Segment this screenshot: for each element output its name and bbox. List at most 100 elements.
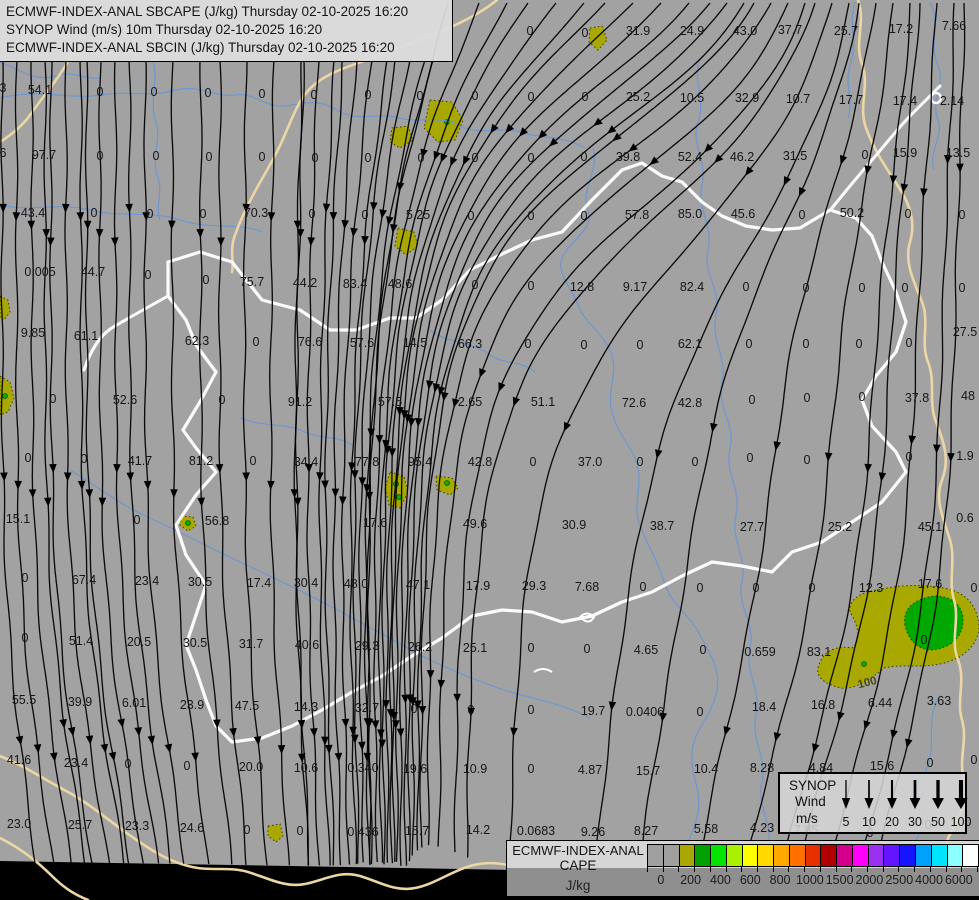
- station-value: 15.6: [869, 758, 895, 773]
- station-value: 37.8: [904, 390, 930, 405]
- wind-legend-param: Wind: [795, 794, 826, 809]
- station-value: 18.4: [751, 699, 777, 714]
- station-value: 0: [920, 632, 928, 647]
- station-value: 0: [417, 150, 425, 165]
- wind-speed-label: 5: [842, 815, 850, 829]
- station-value: 17.6: [917, 576, 943, 591]
- station-value: 83.4: [342, 276, 368, 291]
- station-value: 0: [410, 701, 418, 716]
- title-line-wind: SYNOP Wind (m/s) 10m Thursday 02-10-2025…: [6, 22, 323, 37]
- station-value: 25.1: [462, 640, 488, 655]
- cape-tick: [662, 866, 664, 872]
- station-value: 0: [258, 149, 266, 164]
- cape-tick: [772, 866, 774, 872]
- station-value: 30.5: [182, 635, 208, 650]
- station-value: 31.5: [782, 148, 808, 163]
- station-value: 57.5: [377, 394, 403, 409]
- station-value: 0: [855, 336, 863, 351]
- station-value: 42.8: [677, 395, 703, 410]
- station-value: 41.7: [127, 453, 153, 468]
- station-value: 0: [311, 150, 319, 165]
- station-value: 0: [802, 280, 810, 295]
- cape-color-cell: [947, 845, 964, 866]
- station-value: 39.8: [615, 149, 641, 164]
- station-value: 0: [745, 336, 753, 351]
- station-value: 27.7: [739, 519, 765, 534]
- cape-tick: [898, 866, 900, 872]
- station-value: 0: [310, 87, 318, 102]
- station-value: 0: [364, 87, 372, 102]
- station-value: 10.6: [293, 760, 319, 775]
- wind-legend-product: SYNOP: [789, 778, 837, 793]
- cape-tick: [757, 866, 758, 872]
- station-value: 30.4: [293, 575, 319, 590]
- wind-arrowhead-icon: [954, 798, 968, 809]
- cape-tick-label: 800: [769, 873, 791, 887]
- station-value: 0: [90, 205, 98, 220]
- station-value: 6.44: [867, 695, 893, 710]
- station-value: 0.005: [24, 264, 56, 279]
- station-value: 0: [21, 570, 29, 585]
- station-value: 15.7: [404, 823, 430, 838]
- station-value: 10.7: [785, 91, 811, 106]
- wind-legend: SYNOP Wind m/s 5 10 20 30 50 100: [778, 772, 971, 834]
- cape-tick: [788, 866, 790, 872]
- station-value: 0: [361, 207, 369, 222]
- station-value: 6: [0, 145, 7, 160]
- station-value: 52.6: [112, 392, 138, 407]
- station-value: 0: [970, 752, 978, 767]
- cape-tick-label: 6000: [944, 873, 973, 887]
- station-value: 0: [636, 454, 644, 469]
- station-value: 7.66: [941, 18, 967, 33]
- cape-color-cell: [695, 845, 712, 866]
- station-value: 0: [858, 280, 866, 295]
- station-value: 7.68: [574, 579, 600, 594]
- station-value: 0: [527, 150, 535, 165]
- station-value: 0: [296, 823, 304, 838]
- cape-legend-baseline: [507, 896, 979, 900]
- cape-tick: [741, 866, 743, 872]
- station-value: 0.0683: [516, 823, 556, 838]
- station-value: 82.4: [679, 279, 705, 294]
- station-value: 23.4: [63, 755, 89, 770]
- station-value: 19.6: [402, 761, 428, 776]
- station-value: 12.3: [858, 580, 884, 595]
- station-value: 29.3: [521, 578, 547, 593]
- station-value: 0: [808, 580, 816, 595]
- station-value: 85.0: [677, 206, 703, 221]
- station-value: 0: [958, 207, 966, 222]
- station-value: 16.8: [810, 697, 836, 712]
- station-value: 31.7: [238, 636, 264, 651]
- station-value: 0: [527, 702, 535, 717]
- cape-tick: [647, 866, 648, 872]
- station-value: 0: [861, 147, 869, 162]
- station-value: 0: [904, 206, 912, 221]
- station-value: 0: [798, 207, 806, 222]
- station-value: 0: [146, 206, 154, 221]
- station-value: 0: [96, 84, 104, 99]
- cape-color-cell: [916, 845, 932, 866]
- wind-arrowhead-icon: [887, 798, 897, 809]
- station-value: 17.2: [888, 21, 914, 36]
- cape-tick: [694, 866, 696, 872]
- cape-tick: [929, 866, 931, 872]
- cape-color-cell: [884, 845, 901, 866]
- cape-tick: [961, 866, 963, 872]
- station-value: 4.65: [633, 642, 659, 657]
- station-value: 0: [49, 391, 57, 406]
- station-value: 0: [691, 454, 699, 469]
- station-value: 0: [471, 277, 479, 292]
- station-value: 27.5: [952, 324, 978, 339]
- station-value: 43.0: [732, 23, 758, 38]
- station-value: 0: [80, 451, 88, 466]
- station-value: 0: [748, 392, 756, 407]
- station-value: 10.5: [679, 90, 705, 105]
- cape-tick-label: 0: [657, 873, 665, 887]
- station-value: 14.3: [293, 699, 319, 714]
- cape-color-cell: [852, 845, 869, 866]
- cape-color-cell: [900, 845, 917, 866]
- station-value: 10.9: [462, 761, 488, 776]
- station-value: 5.25: [405, 207, 431, 222]
- station-value: 4.87: [577, 762, 603, 777]
- station-value: 54.1: [27, 82, 53, 97]
